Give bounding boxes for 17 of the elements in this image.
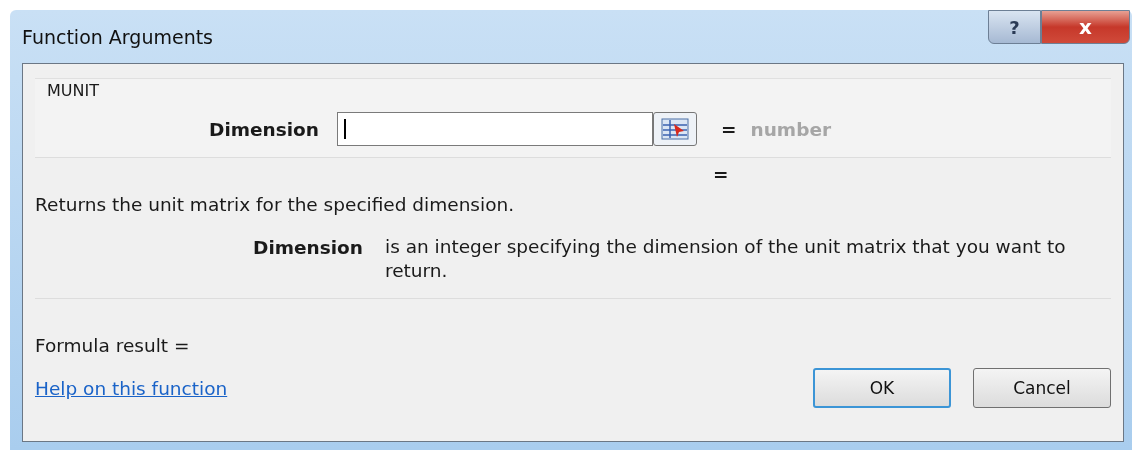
- collapse-button[interactable]: [653, 112, 697, 146]
- window-title: Function Arguments: [22, 26, 214, 48]
- cancel-button[interactable]: Cancel: [973, 368, 1111, 408]
- argument-label: Dimension: [208, 118, 320, 140]
- equals-sign: =: [713, 163, 729, 185]
- argument-name: Dimension: [252, 237, 364, 260]
- help-link[interactable]: Help on this function: [35, 377, 228, 399]
- argument-field[interactable]: [337, 112, 653, 146]
- function-description: Returns the unit matrix for the specified dimension.: [35, 194, 516, 215]
- formula-result: Formula result =: [35, 335, 191, 356]
- help-button[interactable]: ?: [988, 10, 1041, 44]
- ok-button[interactable]: OK: [813, 368, 951, 408]
- close-button[interactable]: x: [1041, 10, 1130, 44]
- argument-description: is an integer specifying the dimension of the unit matrix that you want to return.: [385, 235, 1067, 283]
- argument-type: number: [750, 118, 832, 140]
- equals-sign: =: [721, 118, 737, 140]
- function-name: MUNIT: [47, 81, 100, 102]
